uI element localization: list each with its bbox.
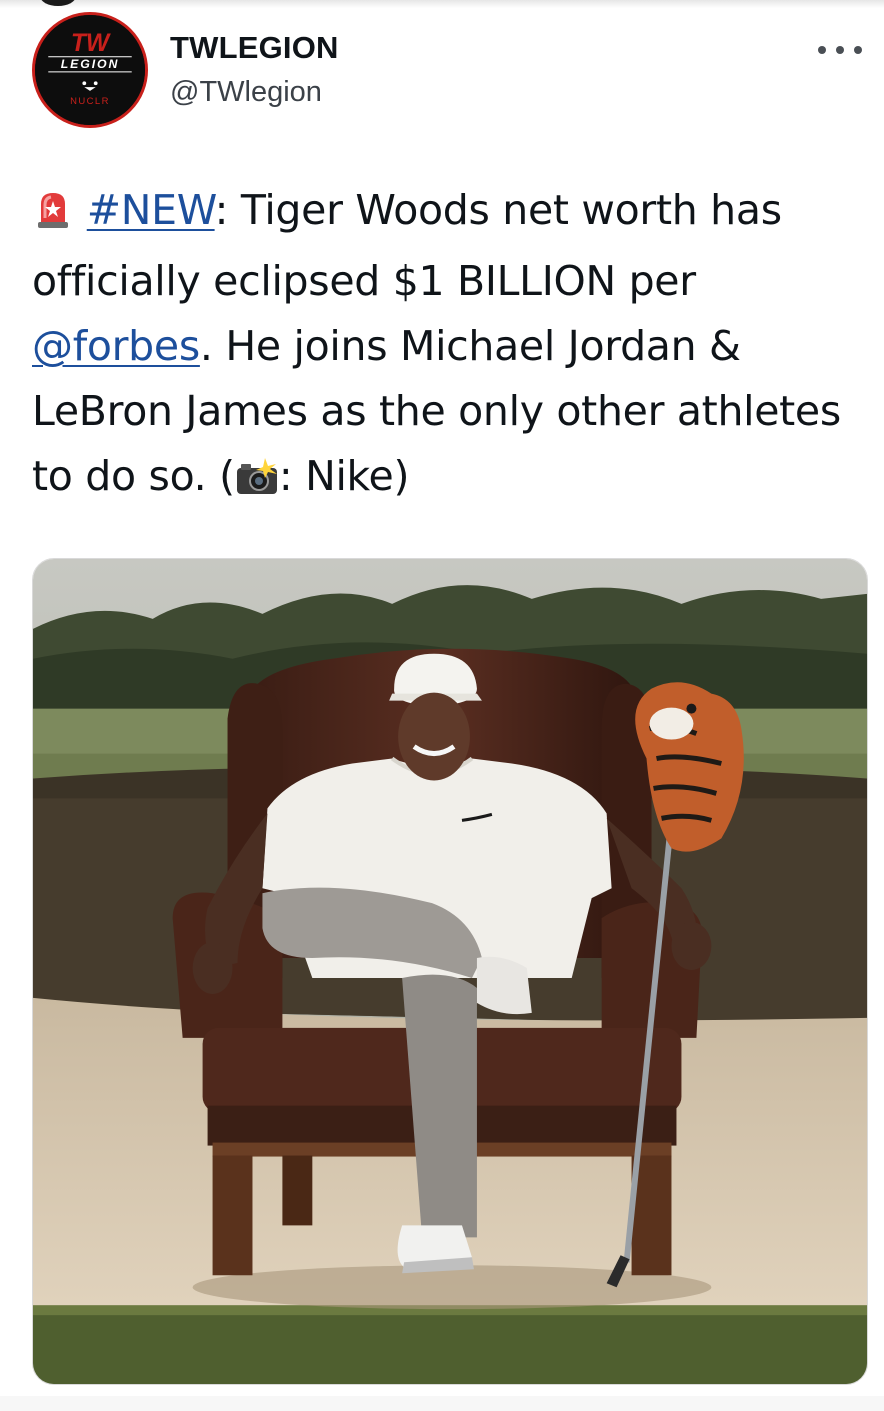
tweet-header: TW LEGION NUCLR TWLEGION @TWlegion xyxy=(0,0,884,150)
hashtag-link[interactable]: #NEW xyxy=(87,186,215,234)
tweet-text-part3: : Nike) xyxy=(278,452,410,500)
avatar[interactable]: TW LEGION NUCLR xyxy=(32,12,148,128)
svg-text:TW: TW xyxy=(71,30,112,57)
rotating-light-icon xyxy=(32,184,74,249)
camera-flash-icon xyxy=(235,450,279,515)
twlegion-logo-icon: TW LEGION NUCLR xyxy=(35,15,145,125)
tweet-photo[interactable] xyxy=(32,558,868,1385)
svg-text:NUCLR: NUCLR xyxy=(70,96,110,107)
golfer-on-armchair-image xyxy=(33,559,867,1384)
svg-text:LEGION: LEGION xyxy=(61,57,120,71)
tweet-text: #NEW: Tiger Woods net worth has official… xyxy=(32,178,862,515)
more-horizontal-icon[interactable] xyxy=(818,38,862,62)
bottom-edge xyxy=(0,1396,884,1411)
display-name[interactable]: TWLEGION xyxy=(170,30,339,66)
mention-link[interactable]: @forbes xyxy=(32,322,200,370)
user-handle[interactable]: @TWlegion xyxy=(170,76,322,109)
